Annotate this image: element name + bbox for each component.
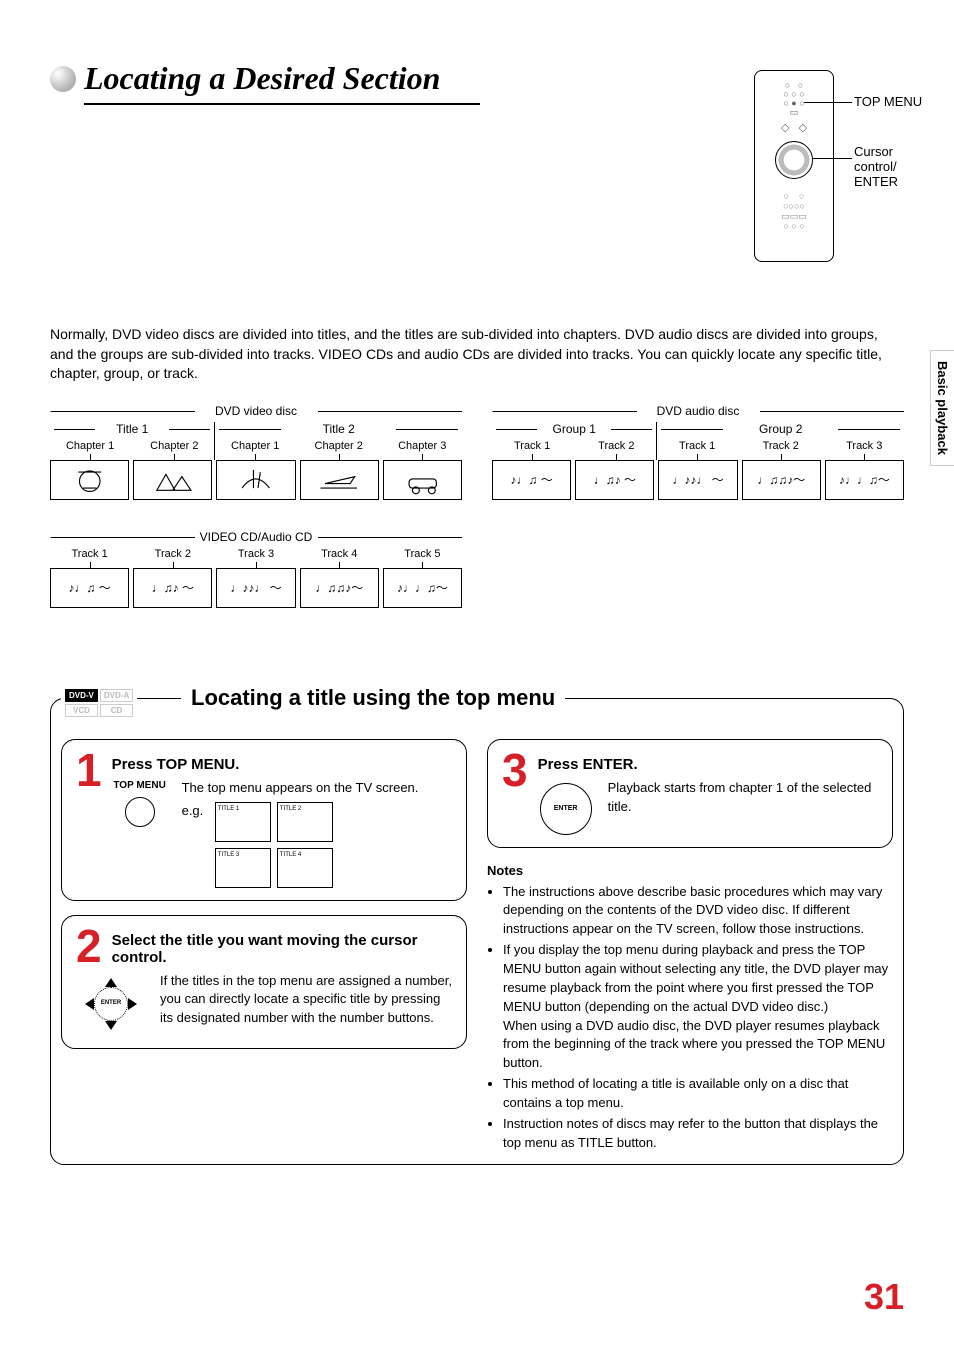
chapter-cell [133, 460, 212, 500]
remote-top-dots: ○ ○○ ○ ○○ ● ○▭ [755, 81, 833, 117]
note-item: If you display the top menu during playb… [503, 941, 893, 1073]
side-tab: Basic playback [930, 350, 954, 466]
track-label: Track 3 [216, 548, 295, 568]
top-menu-button-icon: TOP MENU [112, 779, 168, 888]
step-3-body: Playback starts from chapter 1 of the se… [608, 779, 878, 835]
page-title: Locating a Desired Section [84, 60, 480, 105]
disc-diagrams: DVD video disc Title 1 Chapter 1 Chapter… [50, 404, 904, 638]
step-3: 3 Press ENTER. ENTER Playback starts fro… [487, 739, 893, 848]
dvd-video-label: DVD video disc [50, 404, 462, 418]
track-label: Track 1 [492, 440, 572, 460]
step-2-title: Select the title you want moving the cur… [112, 932, 452, 966]
chapter-cell [300, 460, 379, 500]
step-3-title: Press ENTER. [538, 756, 878, 773]
track-label: Track 2 [576, 440, 656, 460]
badge-dvda: DVD-A [100, 689, 133, 702]
remote-nav-icon [775, 141, 813, 179]
note-item: Instruction notes of discs may refer to … [503, 1115, 893, 1153]
remote-label-cursor: Cursor control/ ENTER [854, 144, 898, 189]
track-label: Track 4 [300, 548, 379, 568]
note-item: This method of locating a title is avail… [503, 1075, 893, 1113]
step-number: 2 [76, 928, 102, 965]
step-1-title: Press TOP MENU. [112, 756, 452, 773]
remote-outline: ○ ○○ ○ ○○ ● ○▭ ◇ ◇ ○ ○○○○○▭▭▭○ ○ ○ [754, 70, 834, 262]
badge-dvdv: DVD-V [65, 689, 98, 702]
steps-title: Locating a title using the top menu [181, 685, 565, 711]
track-label: Track 2 [133, 548, 212, 568]
example-label: e.g. TITLE 1 TITLE 2 TITLE 3 TITLE 4 [182, 802, 452, 888]
intro-text: Normally, DVD video discs are divided in… [50, 325, 904, 384]
badge-cd: CD [100, 704, 133, 717]
chapter-label: Chapter 1 [215, 440, 295, 460]
track-cell: ♪♩♩♫～ [383, 568, 462, 608]
track-cell: ♪♩♩♫～ [825, 460, 904, 500]
step-1-body: The top menu appears on the TV screen. [182, 779, 452, 798]
sphere-icon [50, 66, 76, 92]
dvd-audio-diagram: DVD audio disc Group 1 Track 1 Track 2 G… [492, 404, 904, 500]
steps-box: DVD-V DVD-A VCD CD Locating a title usin… [50, 698, 904, 1166]
vcd-cd-label: VIDEO CD/Audio CD [50, 530, 462, 544]
menu-thumb-3: TITLE 3 [215, 848, 271, 888]
track-cell: ♩♪♪♩ ～ [216, 568, 295, 608]
track-cell: ♩♫♫♪～ [742, 460, 821, 500]
chapter-label: Chapter 1 [50, 440, 130, 460]
track-label: Track 1 [50, 548, 129, 568]
badge-vcd: VCD [65, 704, 98, 717]
chapter-label: Chapter 2 [299, 440, 379, 460]
chapter-cell [216, 460, 295, 500]
track-cell: ♪♩♫ ～ [492, 460, 571, 500]
track-label: Track 1 [657, 440, 737, 460]
step-2: 2 Select the title you want moving the c… [61, 915, 467, 1049]
chapter-cell [50, 460, 129, 500]
remote-lower-dots: ○ ○○○○○▭▭▭○ ○ ○ [755, 191, 833, 231]
track-cell: ♩♪♪♩ ～ [658, 460, 737, 500]
step-1: 1 Press TOP MENU. TOP MENU The top menu … [61, 739, 467, 901]
step-number: 3 [502, 752, 528, 789]
notes-section: Notes The instructions above describe ba… [487, 862, 893, 1153]
menu-thumb-2: TITLE 2 [277, 802, 333, 842]
chapter-label: Chapter 2 [134, 440, 214, 460]
group-1-label: Group 1 [492, 422, 656, 436]
track-label: Track 5 [383, 548, 462, 568]
title-1-label: Title 1 [50, 422, 214, 436]
track-cell: ♪♩♫ ～ [50, 568, 129, 608]
track-cell: ♩♫♫♪～ [300, 568, 379, 608]
title-2-label: Title 2 [215, 422, 462, 436]
step-number: 1 [76, 752, 102, 789]
cursor-control-icon: ENTER [79, 972, 143, 1036]
note-item: The instructions above describe basic pr… [503, 883, 893, 940]
track-cell: ♩♫♪ ～ [133, 568, 212, 608]
chapter-cell [383, 460, 462, 500]
enter-button-icon: ENTER [540, 783, 592, 835]
notes-title: Notes [487, 862, 893, 881]
step-2-body: If the titles in the top menu are assign… [160, 972, 452, 1036]
track-label: Track 3 [824, 440, 904, 460]
dvd-video-diagram: DVD video disc Title 1 Chapter 1 Chapter… [50, 404, 462, 500]
page: Locating a Desired Section ○ ○○ ○ ○○ ● ○… [50, 60, 904, 1308]
menu-thumb-1: TITLE 1 [215, 802, 271, 842]
remote-label-top-menu: TOP MENU [854, 94, 922, 109]
dvd-audio-label: DVD audio disc [492, 404, 904, 418]
track-label: Track 2 [741, 440, 821, 460]
disc-type-badges: DVD-V DVD-A VCD CD [61, 689, 137, 717]
chapter-label: Chapter 3 [382, 440, 462, 460]
track-cell: ♩♫♪ ～ [575, 460, 654, 500]
vcd-cd-diagram: VIDEO CD/Audio CD Track 1 Track 2 Track … [50, 530, 462, 608]
menu-thumb-4: TITLE 4 [277, 848, 333, 888]
group-2-label: Group 2 [657, 422, 904, 436]
remote-diagram: ○ ○○ ○ ○○ ● ○▭ ◇ ◇ ○ ○○○○○▭▭▭○ ○ ○ TOP M… [754, 70, 834, 262]
